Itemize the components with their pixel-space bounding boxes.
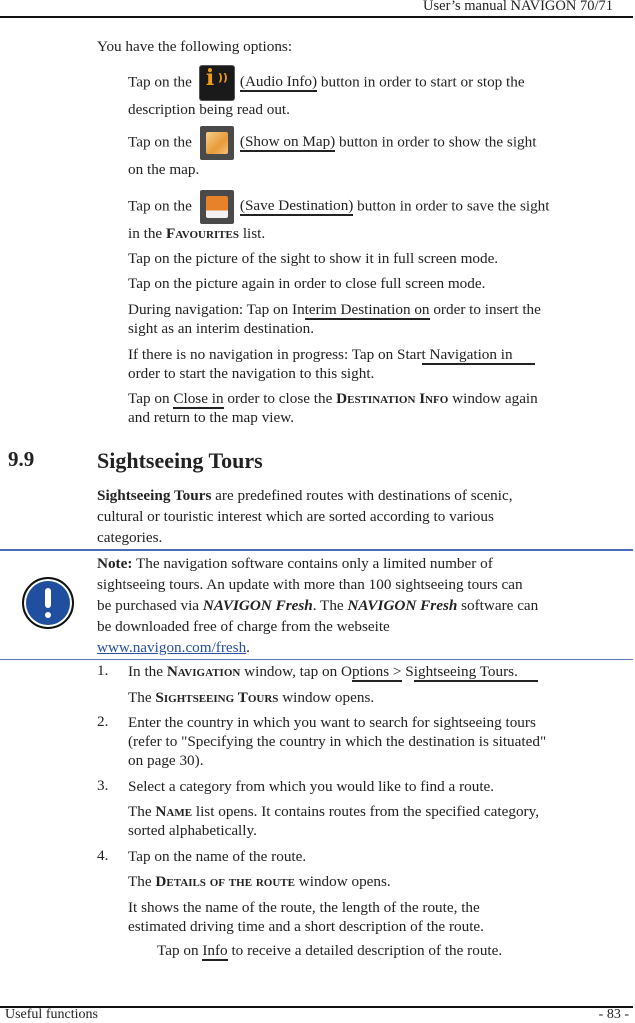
step-3: Select a category from which you would l… <box>128 778 495 795</box>
step-4-info: Tap on Info to receive a detailed descri… <box>157 942 503 961</box>
close-link[interactable]: Close in <box>173 390 224 409</box>
step-4-result: The Details of the route window opens. <box>128 873 391 890</box>
step-3-result: The Name list opens. It contains routes … <box>128 803 540 839</box>
save-destination-link[interactable]: (Save Destination) <box>239 197 354 217</box>
footer-chapter: Useful functions <box>5 1007 98 1022</box>
audio-info-icon[interactable]: i)) <box>199 66 234 100</box>
start-navigation-text: If there is no navigation in progress: T… <box>128 345 535 383</box>
header-rule <box>0 16 633 18</box>
option-show-on-map: Tap on the (Show on Map) button in order … <box>128 126 536 179</box>
header-title: User’s manual NAVIGON 70/71 <box>423 0 613 14</box>
section-intro: Sightseeing Tours are predefined routes … <box>97 487 513 546</box>
step-2: Enter the country in which you want to s… <box>128 714 547 769</box>
navigon-fresh-link[interactable]: www.navigon.com/fresh <box>97 639 246 656</box>
note-text: Note: The navigation software contains o… <box>97 555 539 656</box>
show-on-map-link[interactable]: (Show on Map) <box>239 133 336 153</box>
step-1: In the Navigation window, tap on Options… <box>128 662 538 682</box>
sightseeing-tours-link[interactable]: ightseeing Tours. <box>413 663 538 682</box>
page-number: - 83 - <box>598 1007 629 1022</box>
interim-destination-link[interactable]: terim Destination on <box>304 301 430 320</box>
save-destination-icon[interactable] <box>199 190 234 224</box>
option-save-destination: Tap on the (Save Destination) button in o… <box>128 190 550 243</box>
step-4-description: It shows the name of the route, the leng… <box>128 899 484 935</box>
close-fullscreen-text: Tap on the picture again in order to clo… <box>128 275 486 292</box>
intro-text: You have the following options: <box>97 38 293 55</box>
section-title: Sightseeing Tours <box>97 448 263 473</box>
fullscreen-text: Tap on the picture of the sight to show … <box>128 250 499 267</box>
step-number: 1. <box>97 662 109 679</box>
note-top-rule <box>0 549 633 551</box>
step-4: Tap on the name of the route. <box>128 848 307 865</box>
exclamation-icon <box>22 577 74 629</box>
interim-destination-text: During navigation: Tap on Interim Destin… <box>128 301 541 337</box>
options-link[interactable]: ptions > <box>352 663 402 682</box>
close-text: Tap on Close in order to close the Desti… <box>128 390 538 426</box>
section-number: 9.9 <box>8 447 35 471</box>
option-audio-info: Tap on the i)) (Audio Info) button in orde… <box>128 65 525 118</box>
show-on-map-icon[interactable] <box>199 126 234 160</box>
step-number: 3. <box>97 777 109 794</box>
start-navigation-link[interactable]: t Navigation in <box>421 346 535 365</box>
note-bottom-rule <box>0 659 633 660</box>
step-number: 2. <box>97 713 109 730</box>
audio-info-link[interactable]: (Audio Info) <box>239 73 318 93</box>
info-link[interactable]: Info <box>202 942 228 961</box>
step-1-result: The Sightseeing Tours window opens. <box>128 689 375 706</box>
step-number: 4. <box>97 847 109 864</box>
